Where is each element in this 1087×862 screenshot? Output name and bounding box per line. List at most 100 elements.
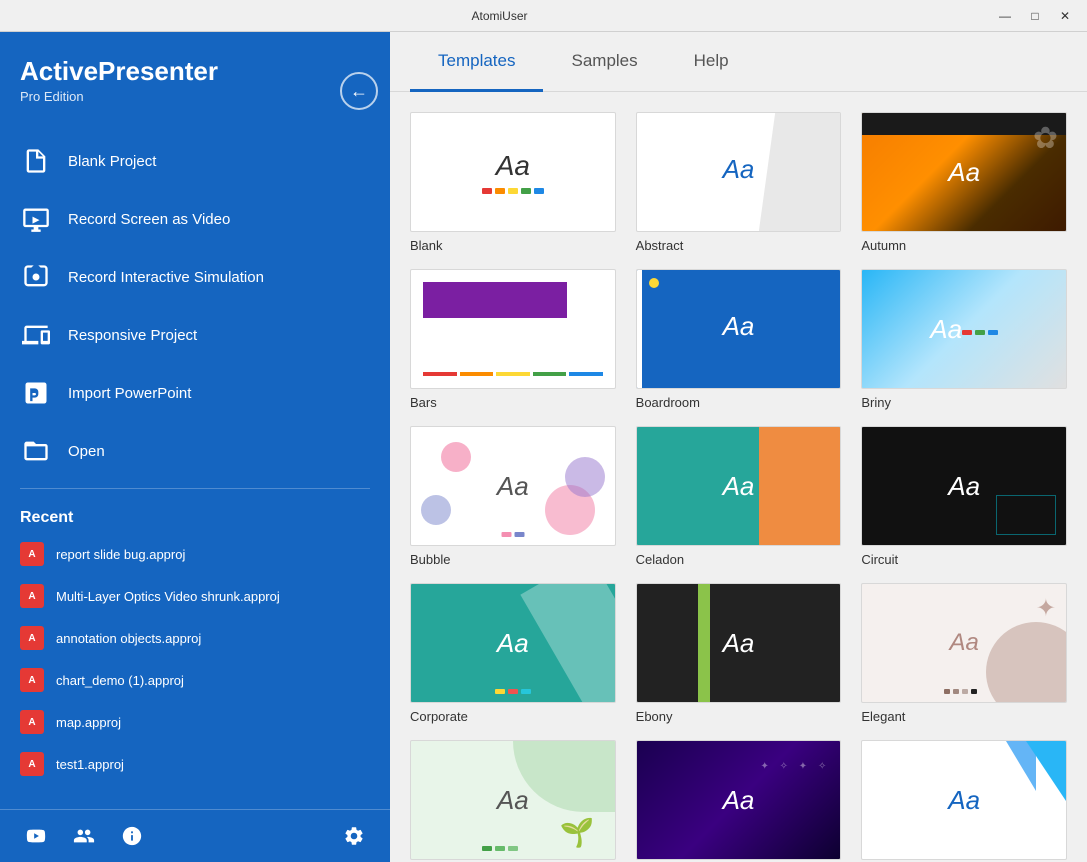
template-card-circuit[interactable]: Aa Circuit (861, 426, 1067, 567)
sidebar-item-label: Blank Project (68, 153, 156, 170)
templates-grid: Aa Blank Aa (390, 92, 1087, 862)
template-card-boardroom[interactable]: Aa Boardroom (636, 269, 842, 410)
template-card-ebony[interactable]: Aa Ebony (636, 583, 842, 724)
template-label: Bars (410, 395, 616, 410)
recent-file-name: Multi-Layer Optics Video shrunk.approj (56, 589, 280, 604)
template-thumb-triangles: Aa (861, 740, 1067, 860)
file-icon (20, 145, 52, 177)
recent-file-icon: A (20, 668, 44, 692)
template-card-briny[interactable]: Aa Briny (861, 269, 1067, 410)
ppt-icon (20, 377, 52, 409)
right-panel: Templates Samples Help Aa Blank (390, 32, 1087, 862)
recent-item[interactable]: A annotation objects.approj (0, 617, 390, 659)
template-thumb-ebony: Aa (636, 583, 842, 703)
template-thumb-bubble: Aa (410, 426, 616, 546)
template-card-elegant[interactable]: ✦ Aa Elegant (861, 583, 1067, 724)
back-button[interactable]: ← (340, 72, 378, 110)
template-thumb-abstract: Aa (636, 112, 842, 232)
folder-icon (20, 435, 52, 467)
template-card-autumn[interactable]: Aa Autumn (861, 112, 1067, 253)
recent-item[interactable]: A test1.approj (0, 743, 390, 785)
username-label: AtomiUser (471, 9, 527, 23)
tab-samples[interactable]: Samples (543, 33, 665, 92)
template-label: Celadon (636, 552, 842, 567)
recent-list: A report slide bug.approj A Multi-Layer … (0, 533, 390, 785)
template-label: Boardroom (636, 395, 842, 410)
recent-item[interactable]: A Multi-Layer Optics Video shrunk.approj (0, 575, 390, 617)
template-label: Elegant (861, 709, 1067, 724)
sidebar-item-open[interactable]: Open (0, 422, 390, 480)
recent-file-icon: A (20, 752, 44, 776)
template-thumb-corporate: Aa (410, 583, 616, 703)
recent-file-name: report slide bug.approj (56, 547, 185, 562)
recent-file-icon: A (20, 542, 44, 566)
info-icon[interactable] (116, 820, 148, 852)
template-thumb-circuit: Aa (861, 426, 1067, 546)
template-label: Abstract (636, 238, 842, 253)
template-thumb-boardroom: Aa (636, 269, 842, 389)
youtube-icon[interactable] (20, 820, 52, 852)
sidebar-footer (0, 809, 390, 862)
template-card-corporate[interactable]: Aa Corporate (410, 583, 616, 724)
close-button[interactable]: ✕ (1051, 4, 1079, 28)
template-thumb-galaxy: Aa (636, 740, 842, 860)
recent-file-name: test1.approj (56, 757, 124, 772)
camera-icon (20, 261, 52, 293)
footer-icons (20, 820, 148, 852)
recent-file-icon: A (20, 626, 44, 650)
template-card-environment[interactable]: Aa 🌱 Environment (410, 740, 616, 862)
main-layout: ActivePresenter Pro Edition ← Blank Proj… (0, 32, 1087, 862)
app-edition: Pro Edition (20, 89, 370, 104)
template-thumb-bars (410, 269, 616, 389)
community-icon[interactable] (68, 820, 100, 852)
template-thumb-blank: Aa (410, 112, 616, 232)
template-card-abstract[interactable]: Aa Abstract (636, 112, 842, 253)
settings-icon[interactable] (338, 820, 370, 852)
sidebar-item-record-simulation[interactable]: Record Interactive Simulation (0, 248, 390, 306)
sidebar-item-label: Open (68, 443, 105, 460)
maximize-button[interactable]: □ (1021, 4, 1049, 28)
sidebar-nav: Blank Project Record Screen as Video Rec… (0, 132, 390, 480)
sidebar-item-label: Record Interactive Simulation (68, 269, 264, 286)
template-thumb-autumn: Aa (861, 112, 1067, 232)
template-label: Ebony (636, 709, 842, 724)
sidebar-item-import-powerpoint[interactable]: Import PowerPoint (0, 364, 390, 422)
template-card-celadon[interactable]: Aa Celadon (636, 426, 842, 567)
sidebar-header: ActivePresenter Pro Edition ← (0, 32, 390, 112)
template-card-geometric[interactable]: Aa Geometric (861, 740, 1067, 862)
tabs-bar: Templates Samples Help (390, 32, 1087, 92)
recent-item[interactable]: A report slide bug.approj (0, 533, 390, 575)
template-card-blank[interactable]: Aa Blank (410, 112, 616, 253)
template-thumb-celadon: Aa (636, 426, 842, 546)
recent-item[interactable]: A chart_demo (1).approj (0, 659, 390, 701)
sidebar-item-blank-project[interactable]: Blank Project (0, 132, 390, 190)
sidebar-item-record-screen[interactable]: Record Screen as Video (0, 190, 390, 248)
template-thumb-briny: Aa (861, 269, 1067, 389)
template-card-galaxy[interactable]: Aa Galaxy (636, 740, 842, 862)
recent-file-name: map.approj (56, 715, 121, 730)
template-label: Corporate (410, 709, 616, 724)
template-card-bubble[interactable]: Aa Bubble (410, 426, 616, 567)
recent-file-icon: A (20, 710, 44, 734)
tab-help[interactable]: Help (666, 33, 757, 92)
sidebar: ActivePresenter Pro Edition ← Blank Proj… (0, 32, 390, 862)
title-bar: AtomiUser — □ ✕ (0, 0, 1087, 32)
minimize-button[interactable]: — (991, 4, 1019, 28)
template-thumb-env: Aa 🌱 (410, 740, 616, 860)
recent-item[interactable]: A map.approj (0, 701, 390, 743)
responsive-icon (20, 319, 52, 351)
sidebar-item-label: Record Screen as Video (68, 211, 230, 228)
sidebar-item-label: Import PowerPoint (68, 385, 191, 402)
sidebar-divider (20, 488, 370, 489)
sidebar-item-responsive-project[interactable]: Responsive Project (0, 306, 390, 364)
template-label: Circuit (861, 552, 1067, 567)
app-title: ActivePresenter (20, 56, 370, 87)
tab-templates[interactable]: Templates (410, 33, 543, 92)
recent-file-name: annotation objects.approj (56, 631, 201, 646)
template-label: Autumn (861, 238, 1067, 253)
template-card-bars[interactable]: Bars (410, 269, 616, 410)
screen-icon (20, 203, 52, 235)
template-label: Blank (410, 238, 616, 253)
sidebar-item-label: Responsive Project (68, 327, 197, 344)
template-label: Bubble (410, 552, 616, 567)
